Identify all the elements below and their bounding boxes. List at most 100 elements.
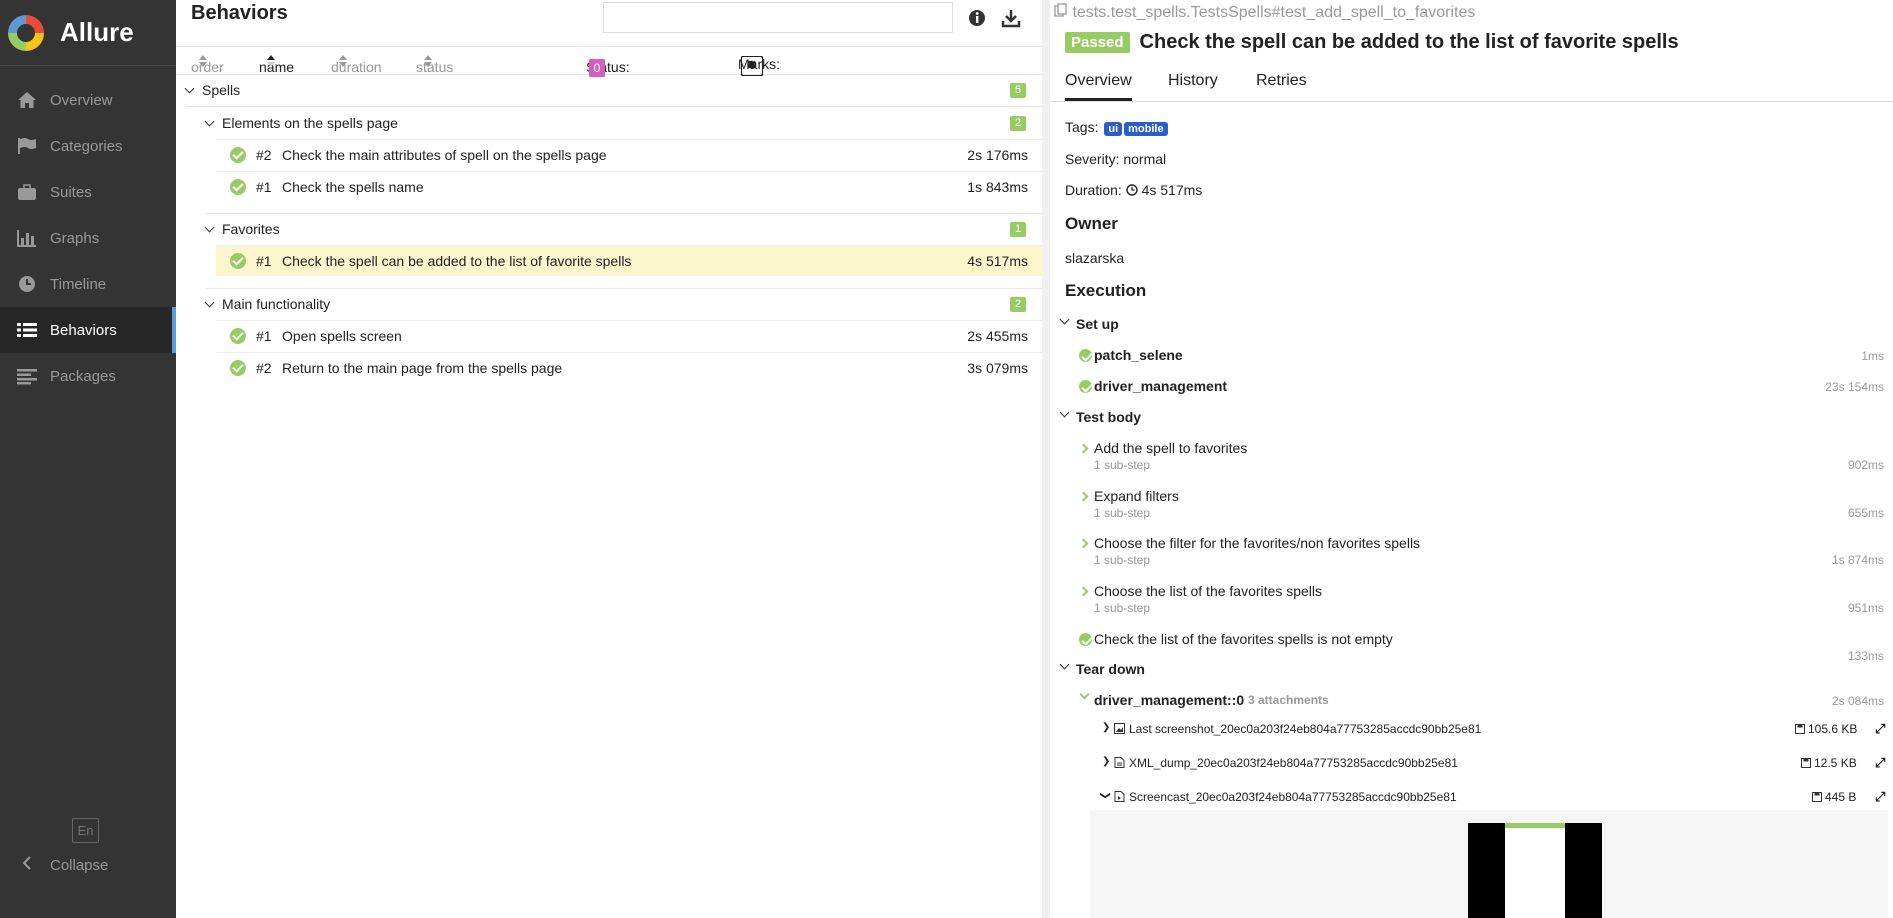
step-name: driver_management	[1094, 378, 1228, 394]
table-row[interactable]: #1 Open spells screen 2s 455ms	[216, 320, 1042, 351]
expand-icon[interactable]: ⤢	[1875, 755, 1885, 771]
test-body-section-toggle[interactable]: Test body	[1050, 407, 1893, 431]
severity: Severity: normal	[1065, 151, 1167, 167]
expand-icon[interactable]: ⤢	[1875, 721, 1885, 737]
sort-name[interactable]: name	[259, 53, 294, 75]
step-name: Add the spell to favorites	[1094, 440, 1248, 456]
test-step[interactable]: Choose the list of the favorites spells …	[1050, 583, 1893, 619]
sort-icon	[339, 55, 347, 67]
align-left-icon	[14, 366, 40, 386]
table-row[interactable]: #1 Check the spells name 1s 843ms	[216, 171, 1042, 202]
step-substeps: 1 sub-step	[1094, 601, 1151, 615]
sort-status-label: status	[416, 59, 454, 75]
group-count: 2	[1010, 116, 1026, 131]
chevron-right-icon	[1078, 538, 1089, 549]
screencast-preview	[1090, 810, 1888, 918]
step-time: 1ms	[1861, 349, 1884, 363]
sidebar-item-packages[interactable]: Packages	[0, 353, 176, 399]
download-icon[interactable]	[1001, 8, 1021, 28]
step-time: 1s 874ms	[1831, 553, 1884, 567]
step-time: 655ms	[1847, 506, 1884, 520]
table-row[interactable]: #2 Return to the main page from the spel…	[216, 352, 1042, 383]
row-number: #1	[256, 179, 272, 195]
attachment-row[interactable]: ❯ XML_dump_20ec0a203f24eb804a77753285acc…	[1050, 753, 1893, 777]
step-name: Check the list of the favorites spells i…	[1094, 631, 1393, 647]
tab-retries[interactable]: Retries	[1256, 72, 1307, 90]
attachment-row[interactable]: ❯ Screencast_20ec0a203f24eb804a77753285a…	[1050, 787, 1893, 811]
tab-overview[interactable]: Overview	[1065, 72, 1132, 101]
retries-mark-icon[interactable]: ↻	[741, 56, 763, 76]
test-step[interactable]: Choose the filter for the favorites/non …	[1050, 535, 1893, 571]
chevron-down-icon: ❯	[1099, 791, 1111, 800]
group-count: 1	[1010, 222, 1026, 237]
test-path-text: tests.test_spells.TestsSpells#test_add_s…	[1072, 4, 1476, 21]
attachment-row[interactable]: ❯ Last screenshot_20ec0a203f24eb804a7775…	[1050, 719, 1893, 743]
tree-group-favorites[interactable]: Favorites	[204, 214, 280, 244]
sort-order-label: order	[191, 59, 224, 75]
tags-row: Tags: ui mobile	[1065, 119, 1168, 136]
passed-status-icon	[1079, 633, 1092, 646]
test-step[interactable]: Add the spell to favorites 1 sub-step 90…	[1050, 440, 1893, 476]
setup-label: Set up	[1076, 316, 1119, 332]
language-switch[interactable]: En	[72, 818, 99, 843]
row-name: Return to the main page from the spells …	[282, 360, 563, 376]
table-row-selected[interactable]: #1 Check the spell can be added to the l…	[216, 245, 1042, 276]
passed-status-icon	[1079, 349, 1092, 362]
collapse-button[interactable]: Collapse	[14, 856, 108, 874]
sort-asc-icon	[267, 55, 275, 67]
row-number: #2	[256, 360, 272, 376]
sidebar-item-label: Categories	[50, 137, 123, 155]
row-duration: 1s 843ms	[967, 179, 1028, 195]
expand-icon[interactable]: ⤢	[1875, 789, 1885, 805]
table-row[interactable]: #2 Check the main attributes of spell on…	[216, 139, 1042, 170]
tree-group-main-functionality[interactable]: Main functionality	[204, 289, 330, 319]
setup-section-toggle[interactable]: Set up	[1050, 314, 1893, 338]
tags-label: Tags:	[1065, 119, 1099, 135]
attachment-size: 445 B	[1825, 790, 1857, 804]
tab-history[interactable]: History	[1168, 72, 1218, 90]
sidebar-item-label: Behaviors	[50, 321, 117, 339]
sidebar-item-categories[interactable]: Categories	[0, 123, 176, 169]
test-step[interactable]: Expand filters 1 sub-step 655ms	[1050, 488, 1893, 524]
divider	[186, 106, 1042, 107]
search-input[interactable]	[603, 2, 953, 33]
group-name: Spells	[202, 82, 241, 98]
step-name: patch_selene	[1094, 347, 1183, 363]
clock-icon	[1126, 182, 1138, 198]
test-body-label: Test body	[1076, 409, 1142, 425]
row-name: Open spells screen	[282, 328, 402, 344]
behaviors-tree-pane: Behaviors order name duration status Sta…	[176, 0, 1042, 918]
row-name: Check the main attributes of spell on th…	[282, 147, 607, 163]
chevron-right-icon	[1078, 586, 1089, 597]
sort-status[interactable]: status	[416, 53, 453, 75]
chevron-down-icon	[184, 83, 195, 93]
sort-order[interactable]: order	[191, 53, 224, 75]
step-time: 23s 154ms	[1825, 380, 1884, 394]
sidebar-item-suites[interactable]: Suites	[0, 169, 176, 215]
sidebar-item-timeline[interactable]: Timeline	[0, 261, 176, 307]
row-number: #1	[256, 328, 272, 344]
teardown-label: Tear down	[1076, 661, 1145, 677]
sidebar-item-graphs[interactable]: Graphs	[0, 215, 176, 261]
screencast-video[interactable]	[1468, 823, 1602, 918]
row-duration: 2s 455ms	[967, 328, 1028, 344]
teardown-step[interactable]: driver_management::0 3 attachments 2s 08…	[1050, 689, 1893, 714]
tree-header: Behaviors	[176, 0, 1042, 46]
sort-duration[interactable]: duration	[331, 53, 382, 75]
owner-value: slazarska	[1065, 250, 1125, 266]
step-substeps: 1 sub-step	[1094, 506, 1151, 520]
copy-icon[interactable]	[1054, 3, 1068, 21]
brand[interactable]: Allure	[0, 0, 176, 66]
setup-step[interactable]: patch_selene 1ms	[1050, 347, 1893, 369]
teardown-section-toggle[interactable]: Tear down	[1050, 659, 1893, 683]
sidebar-item-overview[interactable]: Overview	[0, 77, 176, 123]
sort-icon	[424, 55, 432, 67]
pane-splitter[interactable]	[1042, 0, 1050, 918]
sidebar-item-label: Overview	[50, 91, 113, 109]
step-time: 902ms	[1847, 458, 1884, 472]
tree-group-elements[interactable]: Elements on the spells page	[204, 108, 398, 138]
info-icon[interactable]	[967, 8, 987, 28]
sidebar-item-behaviors[interactable]: Behaviors	[0, 307, 176, 353]
tree-group-spells[interactable]: Spells	[184, 75, 1036, 105]
setup-step[interactable]: driver_management 23s 154ms	[1050, 378, 1893, 400]
